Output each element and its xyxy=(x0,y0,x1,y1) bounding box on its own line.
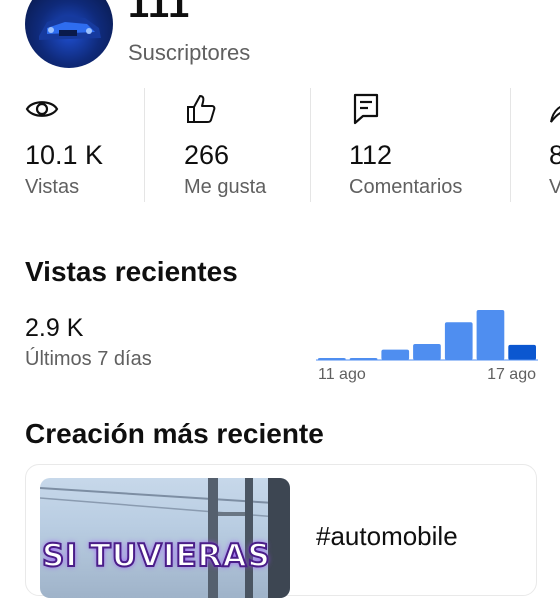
likes-value: 266 xyxy=(184,140,230,170)
chart-bar xyxy=(444,322,473,360)
car-image xyxy=(39,16,101,40)
bar-chart xyxy=(316,310,538,361)
comments-label: Comentarios xyxy=(349,176,463,198)
subscribers-label: Suscriptores xyxy=(128,40,251,65)
latest-video-card[interactable]: SI TUVIERAS #automobile xyxy=(25,464,537,598)
latest-creation-title: Creación más reciente xyxy=(25,418,324,449)
x-tick-label: 17 ago xyxy=(487,366,536,383)
recent-views-period: Últimos 7 días xyxy=(25,348,152,370)
thumbs-up-icon xyxy=(187,95,216,123)
eye-icon xyxy=(25,101,59,117)
x-tick-label: 11 ago xyxy=(318,366,366,383)
comments-value: 112 xyxy=(349,140,393,170)
views-label: Vistas xyxy=(25,176,80,198)
shares-label: V xyxy=(549,176,560,198)
recent-views-title: Vistas recientes xyxy=(25,256,238,287)
video-thumbnail[interactable]: SI TUVIERAS xyxy=(40,478,290,598)
shares-value: 8 xyxy=(549,140,560,170)
subscribers-count: 111 xyxy=(128,0,191,26)
chart-bar xyxy=(381,349,410,360)
likes-label: Me gusta xyxy=(184,176,267,198)
recent-views-chart[interactable]: 11 ago 17 ago xyxy=(316,300,538,390)
share-icon xyxy=(550,105,560,123)
thumbnail-text: SI TUVIERAS xyxy=(41,537,271,575)
chart-bar xyxy=(476,310,505,360)
divider xyxy=(510,88,511,202)
comment-icon xyxy=(353,93,379,125)
chart-bar xyxy=(413,344,441,360)
views-value: 10.1 K xyxy=(25,140,104,170)
chart-bar xyxy=(508,344,536,360)
video-title[interactable]: #automobile xyxy=(316,521,458,552)
divider xyxy=(144,88,145,202)
divider xyxy=(310,88,311,202)
channel-avatar[interactable] xyxy=(25,0,113,68)
recent-views-value: 2.9 K xyxy=(25,314,84,342)
